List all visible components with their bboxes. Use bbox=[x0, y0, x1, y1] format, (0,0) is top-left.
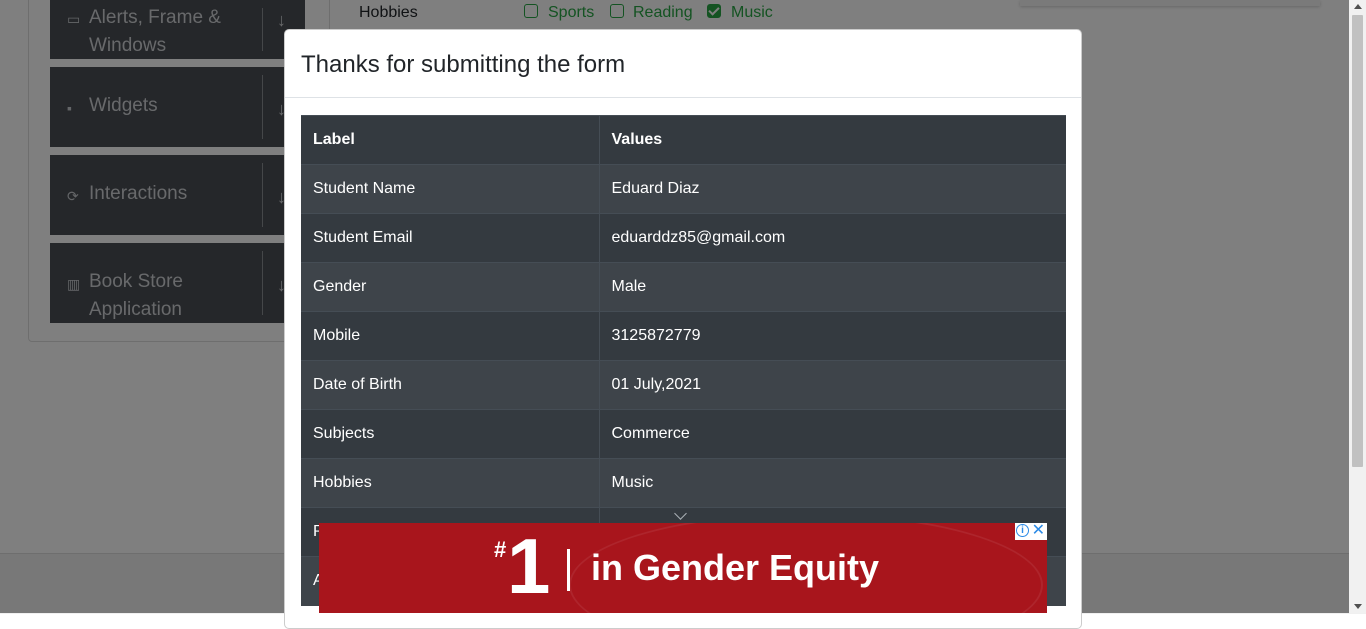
table-row: Date of Birth 01 July,2021 bbox=[301, 360, 1066, 410]
table-row: Mobile 3125872779 bbox=[301, 311, 1066, 361]
column-header-label: Label bbox=[301, 115, 600, 165]
row-label: Hobbies bbox=[301, 458, 600, 508]
scrollbar-thumb[interactable] bbox=[1352, 15, 1363, 467]
table-row: Student Email eduarddz85@gmail.com bbox=[301, 213, 1066, 263]
table-row: Subjects Commerce bbox=[301, 409, 1066, 459]
modal-header: Thanks for submitting the form bbox=[285, 30, 1081, 98]
scroll-down-icon[interactable] bbox=[1354, 604, 1362, 609]
advertisement-banner[interactable]: # 1 in Gender Equity i ✕ bbox=[319, 523, 1047, 613]
row-value: Commerce bbox=[599, 409, 1066, 459]
row-label: Mobile bbox=[301, 311, 600, 361]
ad-close-icon[interactable]: ✕ bbox=[1032, 523, 1045, 541]
row-value: Music bbox=[599, 458, 1066, 508]
page-scrollbar[interactable] bbox=[1349, 0, 1366, 613]
ad-headline: in Gender Equity bbox=[591, 547, 880, 588]
ad-controls: i ✕ bbox=[1015, 523, 1047, 540]
row-value: 3125872779 bbox=[599, 311, 1066, 361]
row-label: Student Email bbox=[301, 213, 600, 263]
table-header-row: Label Values bbox=[301, 115, 1066, 165]
ad-info-icon[interactable]: i bbox=[1016, 524, 1029, 537]
row-value: Eduard Diaz bbox=[599, 164, 1066, 214]
row-value: eduarddz85@gmail.com bbox=[599, 213, 1066, 263]
column-header-values: Values bbox=[599, 115, 1066, 165]
ad-number: 1 bbox=[507, 523, 551, 610]
row-label: Subjects bbox=[301, 409, 600, 459]
row-label: Gender bbox=[301, 262, 600, 312]
row-label: Date of Birth bbox=[301, 360, 600, 410]
scroll-up-icon[interactable] bbox=[1354, 4, 1362, 9]
modal-title: Thanks for submitting the form bbox=[301, 51, 626, 78]
row-value: Male bbox=[599, 262, 1066, 312]
row-value: 01 July,2021 bbox=[599, 360, 1066, 410]
row-label: Student Name bbox=[301, 164, 600, 214]
ad-hash: # bbox=[494, 537, 507, 562]
table-row: Hobbies Music bbox=[301, 458, 1066, 508]
ad-divider bbox=[567, 549, 570, 591]
table-row: Gender Male bbox=[301, 262, 1066, 312]
table-row: Student Name Eduard Diaz bbox=[301, 164, 1066, 214]
